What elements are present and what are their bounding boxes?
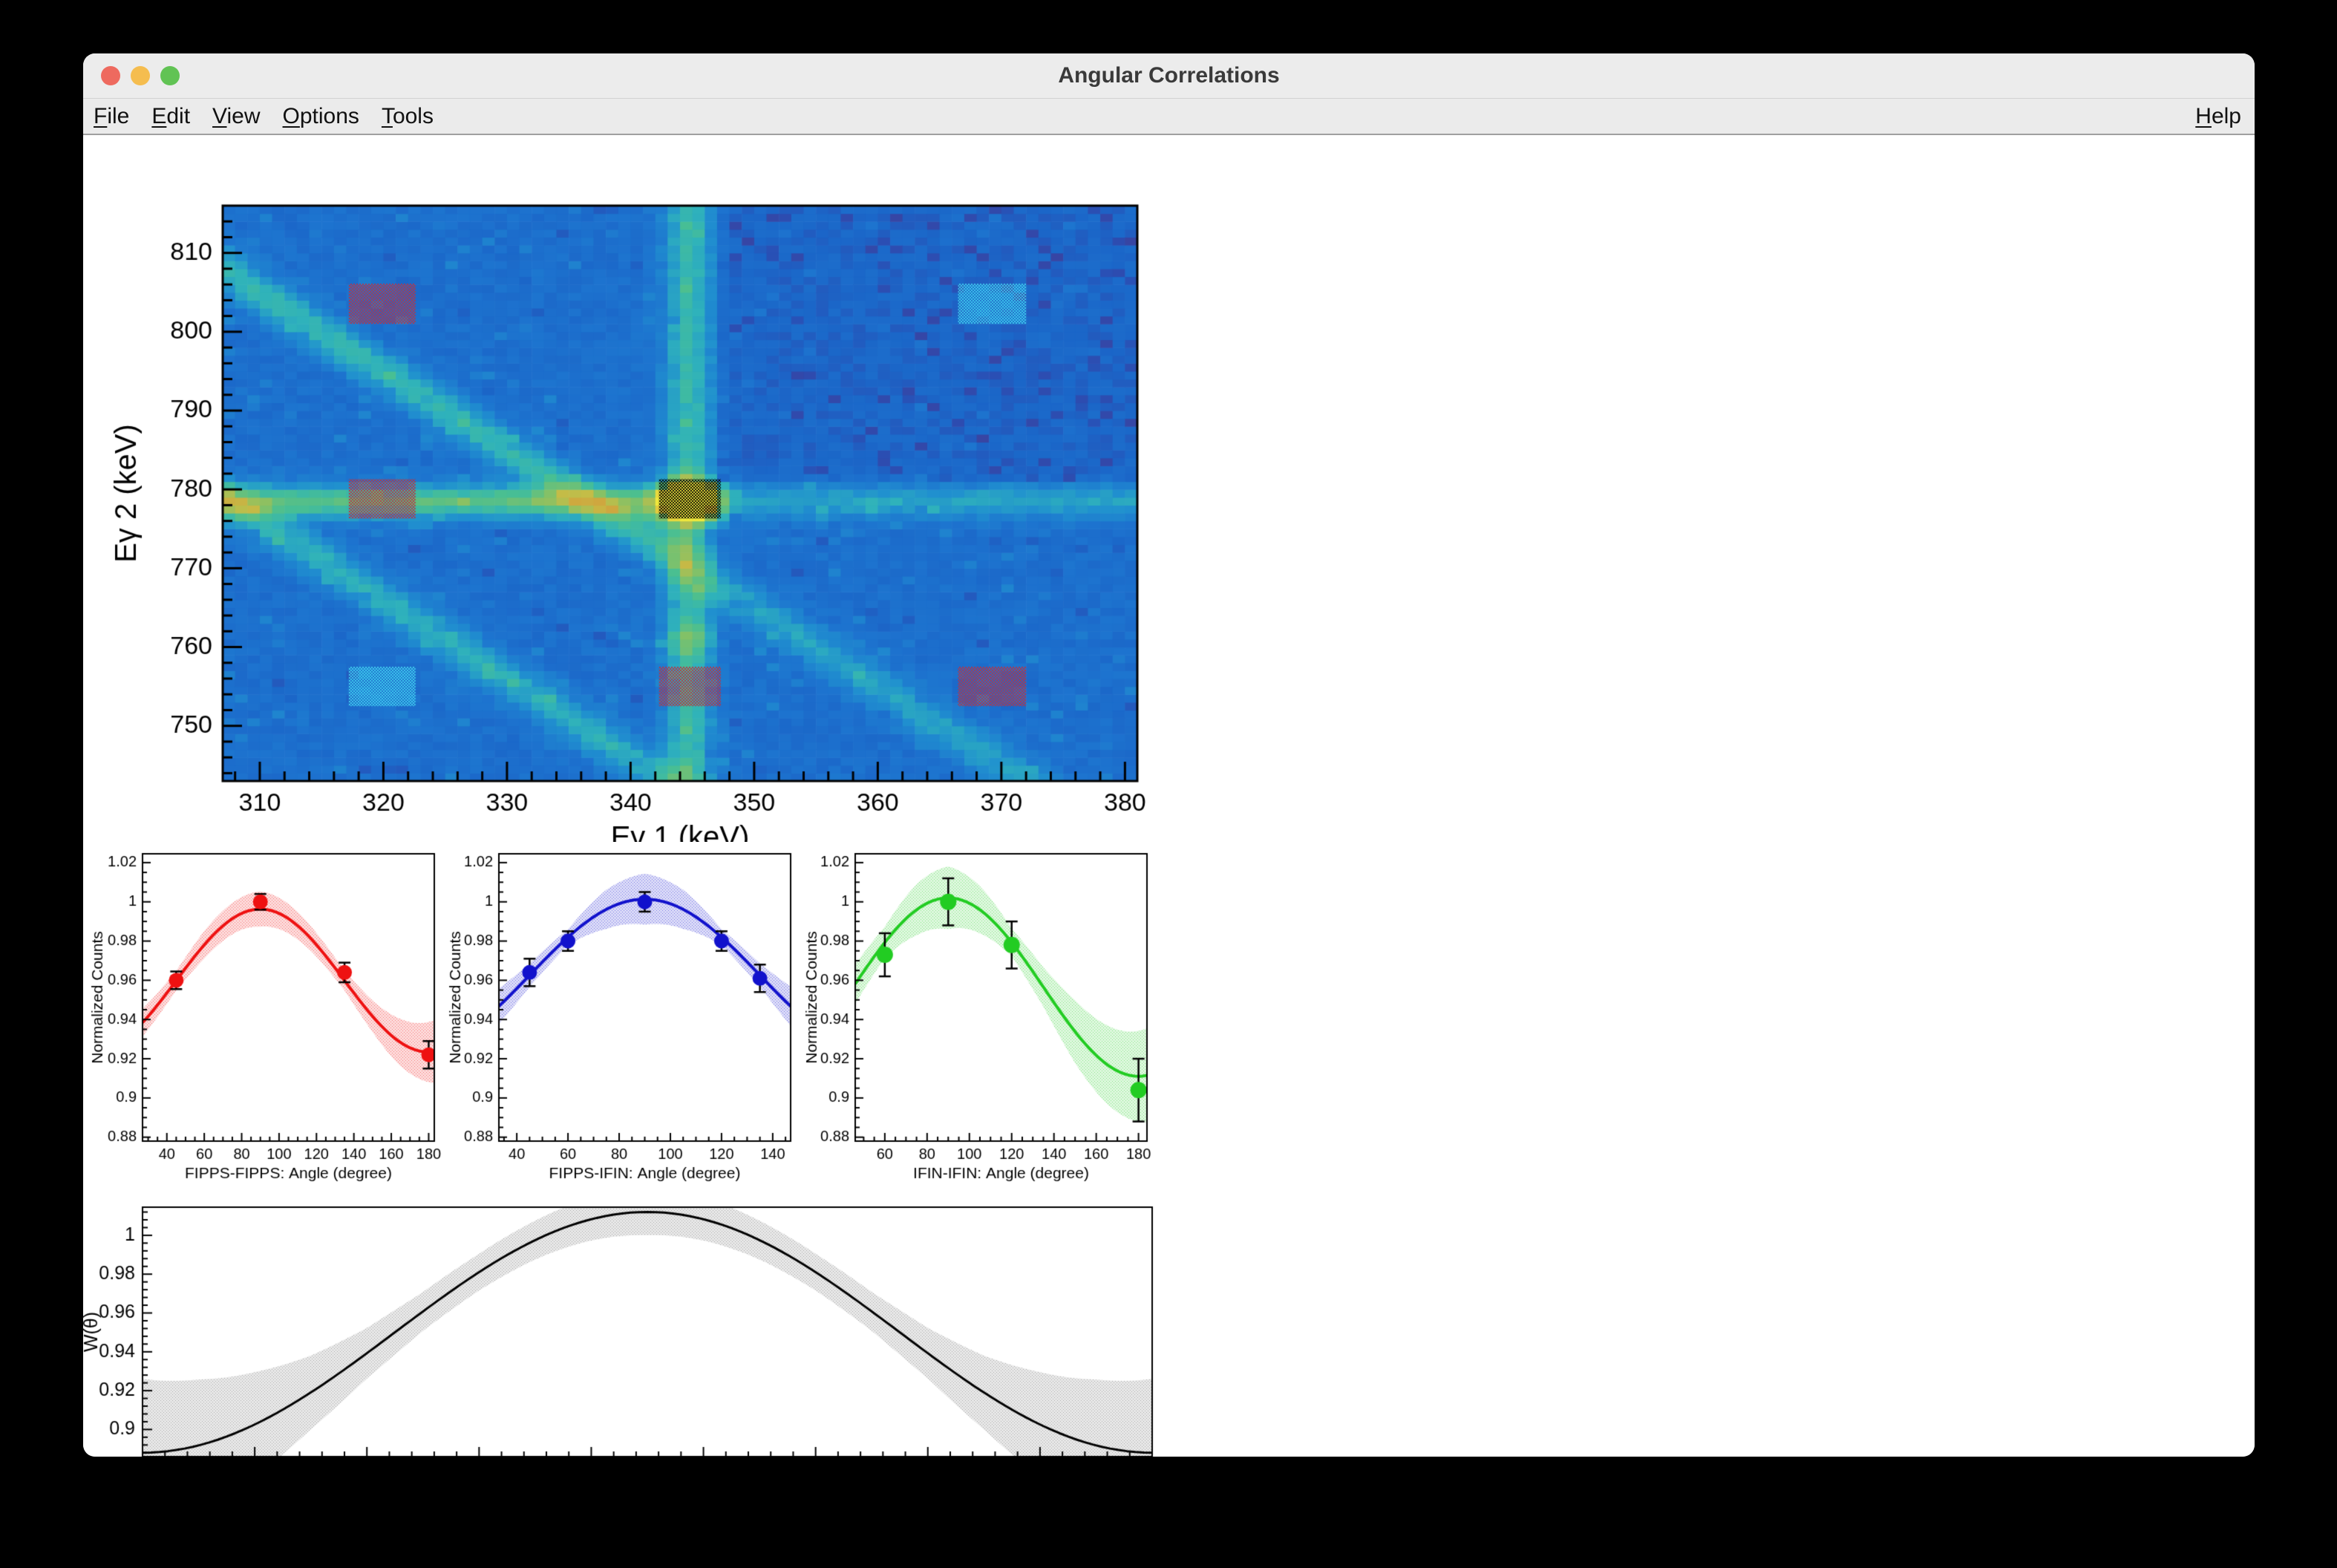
window-title: Angular Correlations (83, 53, 2255, 98)
gamma-gamma-matrix-plot[interactable] (83, 189, 1197, 842)
canvas-area (83, 135, 2255, 1457)
ifin-ifin-plot[interactable] (802, 842, 1180, 1183)
desktop: { "window": { "title": "Angular Correlat… (0, 0, 2337, 1568)
fipps-ifin-plot[interactable] (445, 842, 817, 1183)
menu-help[interactable]: Help (2194, 104, 2243, 129)
wtheta-combined-plot[interactable] (83, 1195, 1189, 1457)
titlebar: Angular Correlations (83, 53, 2255, 99)
app-window: Angular Correlations File Edit View Options… (83, 53, 2255, 1457)
fipps-fipps-plot[interactable] (83, 842, 454, 1183)
menu-edit[interactable]: Edit (150, 104, 192, 129)
menu-tools[interactable]: Tools (380, 104, 435, 129)
menu-file[interactable]: File (92, 104, 131, 129)
menu-right: Help (2194, 99, 2243, 134)
menu-options[interactable]: Options (281, 104, 361, 129)
menu-view[interactable]: View (211, 104, 261, 129)
menubar: File Edit View Options Tools Help (83, 99, 2255, 135)
menu-left: File Edit View Options Tools (92, 99, 435, 134)
